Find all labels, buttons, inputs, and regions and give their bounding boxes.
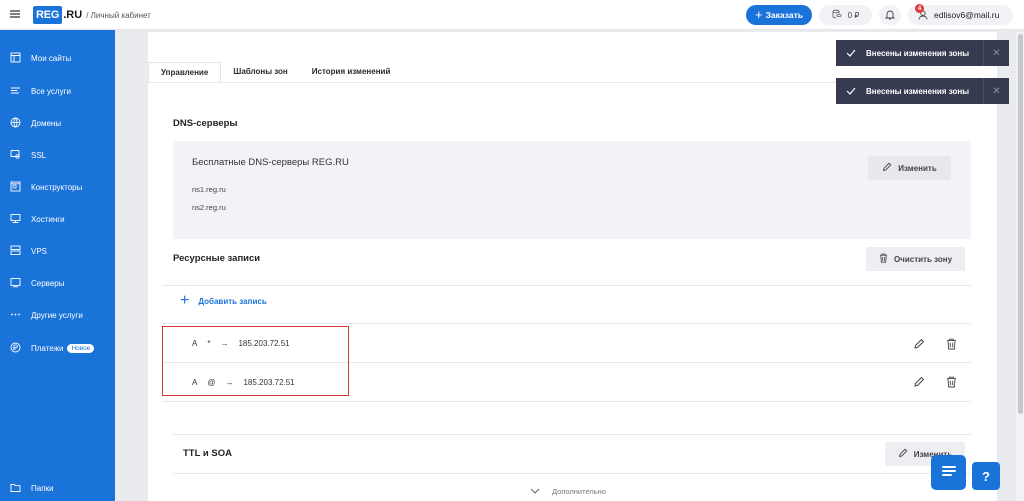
tab-zone-templates[interactable]: Шаблоны зон xyxy=(221,62,299,82)
sidebar-item-payments[interactable]: Платежи Новое xyxy=(0,337,115,359)
dots-icon xyxy=(10,309,21,322)
sidebar-item-folders[interactable]: Папки xyxy=(0,477,115,499)
builder-icon xyxy=(10,181,21,194)
dns-panel: Бесплатные DNS-серверы REG.RU ns1.reg.ru… xyxy=(173,141,971,239)
user-email: edlisov6@mail.ru xyxy=(934,10,1000,20)
chevron-down-icon xyxy=(530,487,540,496)
list-icon xyxy=(10,85,21,98)
sidebar-item-builders[interactable]: Конструкторы xyxy=(0,176,115,198)
ns-server-1: ns1.reg.ru xyxy=(192,185,226,194)
user-menu[interactable]: 4 edlisov6@mail.ru xyxy=(908,4,1013,25)
server-icon xyxy=(10,277,21,290)
trash-icon[interactable] xyxy=(946,338,958,350)
trash-icon xyxy=(879,253,888,265)
sites-icon xyxy=(10,52,21,65)
toast-notification: Внесены изменения зоны ✕ xyxy=(836,40,1009,66)
sidebar-item-label: VPS xyxy=(31,246,48,256)
logo-reg: REG xyxy=(33,6,63,24)
sidebar-item-all-services[interactable]: Все услуги xyxy=(0,80,115,102)
new-badge: Новое xyxy=(67,343,95,353)
records-divider xyxy=(162,401,971,402)
sidebar-item-servers[interactable]: Серверы xyxy=(0,272,115,294)
folder-icon xyxy=(10,482,21,495)
close-icon[interactable]: ✕ xyxy=(983,78,1009,104)
chat-icon xyxy=(941,465,957,481)
sidebar-item-domains[interactable]: Домены xyxy=(0,112,115,134)
tab-change-history[interactable]: История изменений xyxy=(300,62,403,82)
sidebar-item-label: Все услуги xyxy=(31,86,71,96)
sidebar-item-label: Платежи xyxy=(31,343,64,353)
balance-button[interactable]: 0 ₽ xyxy=(819,5,872,25)
sidebar-item-label: Конструкторы xyxy=(31,182,83,192)
ttl-section-title: TTL и SOA xyxy=(183,448,232,459)
check-icon xyxy=(836,49,866,57)
cabinet-label: / Личный кабинет xyxy=(86,10,151,20)
menu-icon[interactable] xyxy=(9,8,21,20)
pencil-icon[interactable] xyxy=(913,338,925,350)
details-label: Дополнительно xyxy=(552,487,606,496)
sidebar-item-label: Домены xyxy=(31,118,62,128)
sidebar-item-label: Другие услуги xyxy=(31,310,83,320)
plus-icon: + xyxy=(180,292,190,309)
add-record-button[interactable]: + Добавить запись xyxy=(180,292,267,309)
check-icon xyxy=(836,87,866,95)
sidebar-item-vps[interactable]: VPS xyxy=(0,240,115,262)
bell-icon xyxy=(884,9,896,22)
ttl-divider xyxy=(173,473,971,474)
sidebar-item-label: Папки xyxy=(31,483,54,493)
sidebar-item-label: Мои сайты xyxy=(31,53,72,63)
clear-zone-button[interactable]: Очистить зону xyxy=(866,247,965,271)
notifications-button[interactable] xyxy=(879,5,901,25)
change-dns-label: Изменить xyxy=(898,163,937,173)
pencil-icon xyxy=(882,162,892,174)
trash-icon[interactable] xyxy=(946,376,958,388)
help-button[interactable]: ? xyxy=(972,462,1000,490)
tab-management[interactable]: Управление xyxy=(148,62,222,82)
hosting-icon xyxy=(10,213,21,226)
close-icon[interactable]: ✕ xyxy=(983,40,1009,66)
highlight-box xyxy=(162,326,349,396)
ttl-divider-top xyxy=(173,434,971,435)
order-label: Заказать xyxy=(765,10,803,20)
balance-value: 0 ₽ xyxy=(847,10,860,20)
records-section-title: Ресурсные записи xyxy=(173,253,261,264)
order-button[interactable]: + Заказать xyxy=(746,5,812,25)
change-dns-button[interactable]: Изменить xyxy=(868,156,951,180)
user-icon: 4 xyxy=(915,4,928,20)
details-toggle[interactable]: Дополнительно xyxy=(530,487,606,496)
sidebar-item-label: SSL xyxy=(31,150,47,160)
toast-notification: Внесены изменения зоны ✕ xyxy=(836,78,1009,104)
dns-section-title: DNS-серверы xyxy=(173,118,238,129)
notification-badge: 4 xyxy=(915,4,924,13)
dns-provider-name: Бесплатные DNS-серверы REG.RU xyxy=(192,157,349,168)
sidebar-item-hosting[interactable]: Хостинги xyxy=(0,208,115,230)
records-divider xyxy=(162,323,971,324)
plus-icon: + xyxy=(755,7,763,22)
toast-text: Внесены изменения зоны xyxy=(866,48,970,58)
records-divider-top xyxy=(162,285,971,286)
top-bar: REG .RU / Личный кабинет + Заказать 0 ₽ … xyxy=(0,0,1024,30)
coins-icon xyxy=(832,9,842,21)
add-record-label: Добавить запись xyxy=(198,296,267,306)
logo[interactable]: REG .RU / Личный кабинет xyxy=(33,5,151,25)
sidebar: Мои сайты Все услуги Домены SSL Конструк… xyxy=(0,30,115,501)
sidebar-item-label: Серверы xyxy=(31,278,65,288)
sidebar-item-other-services[interactable]: Другие услуги xyxy=(0,304,115,326)
scrollbar-thumb[interactable] xyxy=(1018,34,1023,414)
pencil-icon[interactable] xyxy=(913,376,925,388)
logo-ru: .RU xyxy=(63,9,83,21)
ns-server-2: ns2.reg.ru xyxy=(192,203,226,212)
vps-icon xyxy=(10,245,21,258)
pencil-icon xyxy=(898,448,908,460)
sidebar-item-ssl[interactable]: SSL xyxy=(0,144,115,166)
globe-icon xyxy=(10,117,21,130)
certificate-icon xyxy=(10,149,21,162)
clear-zone-label: Очистить зону xyxy=(893,254,953,264)
chat-button[interactable] xyxy=(931,455,966,490)
sidebar-item-my-sites[interactable]: Мои сайты xyxy=(0,47,115,69)
sidebar-item-label: Хостинги xyxy=(31,214,65,224)
payments-icon xyxy=(10,342,21,355)
tabs: Управление Шаблоны зон История изменений xyxy=(148,62,402,82)
toast-text: Внесены изменения зоны xyxy=(866,86,970,96)
